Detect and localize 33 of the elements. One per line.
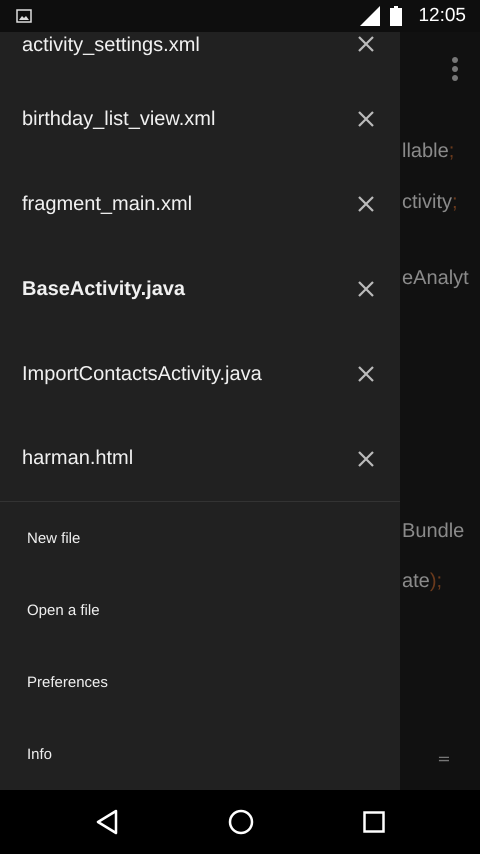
signal-icon	[360, 6, 380, 26]
recents-icon[interactable]	[363, 811, 386, 833]
file-name[interactable]: fragment_main.xml	[22, 192, 356, 216]
close-icon[interactable]	[356, 448, 376, 469]
clock-time: 12:05	[418, 5, 466, 27]
menu-item[interactable]: Info	[0, 718, 400, 790]
home-icon[interactable]	[228, 809, 254, 835]
close-icon[interactable]	[356, 109, 376, 130]
code-punctuation: );	[430, 570, 442, 594]
code-punctuation: ;	[448, 140, 454, 164]
file-name[interactable]: ImportContactsActivity.java	[22, 362, 356, 386]
image-icon	[16, 9, 32, 23]
file-name[interactable]: activity_settings.xml	[22, 34, 356, 57]
code-text: llable	[402, 140, 449, 164]
more-options-icon[interactable]	[450, 56, 460, 82]
close-icon[interactable]	[356, 194, 376, 214]
code-text: ctivity	[402, 190, 452, 214]
code-punctuation: ;	[452, 190, 458, 214]
close-icon[interactable]	[356, 34, 376, 54]
file-name[interactable]: BaseActivity.java	[22, 278, 356, 301]
close-icon[interactable]	[356, 364, 376, 384]
equals-key[interactable]: =	[437, 749, 451, 768]
back-icon[interactable]	[94, 809, 119, 835]
code-text: ate	[402, 570, 430, 594]
menu-item[interactable]: New file	[0, 502, 400, 574]
menu-item[interactable]: Preferences	[0, 646, 400, 718]
code-text: Bundle	[402, 520, 464, 543]
file-name[interactable]: birthday_list_view.xml	[22, 108, 356, 131]
battery-icon	[390, 6, 402, 26]
code-text: eAnalyt	[402, 266, 469, 290]
close-icon[interactable]	[356, 279, 376, 300]
file-name[interactable]: harman.html	[22, 447, 356, 470]
menu-item[interactable]: Open a file	[0, 574, 400, 646]
